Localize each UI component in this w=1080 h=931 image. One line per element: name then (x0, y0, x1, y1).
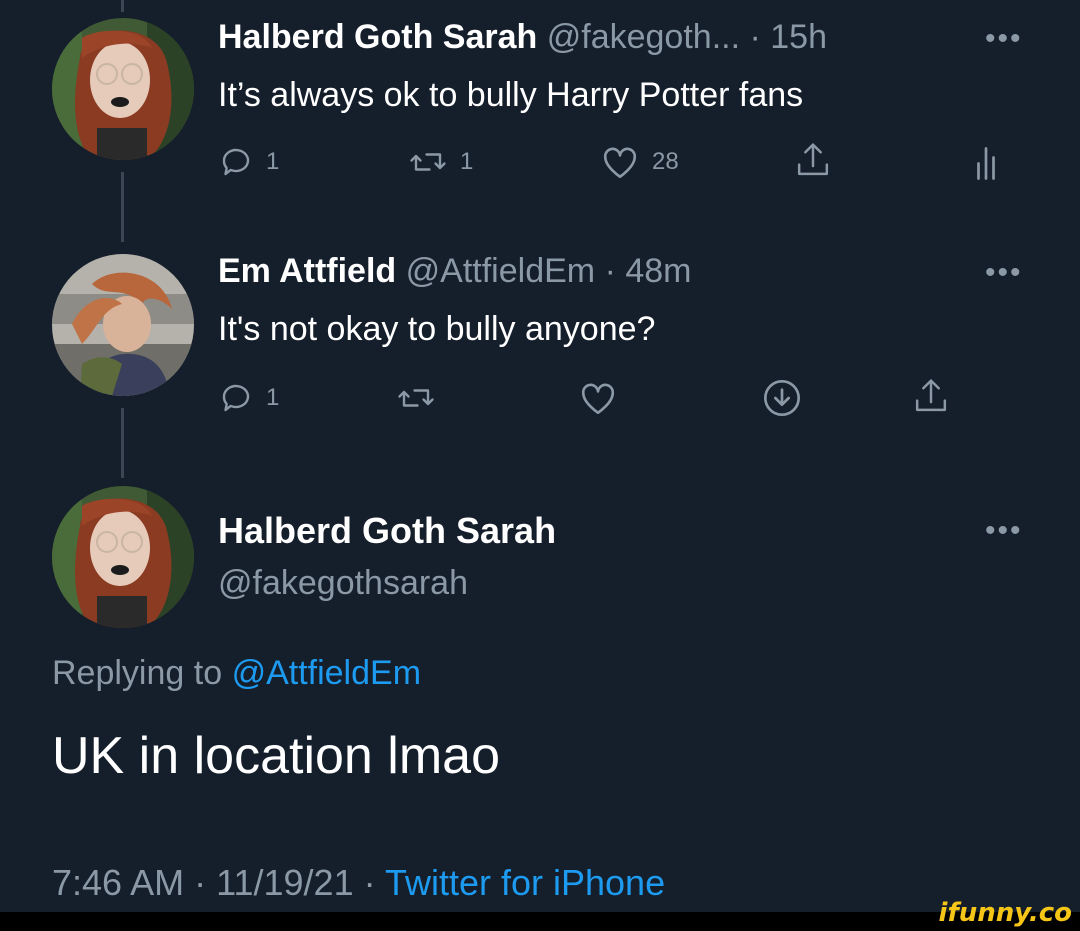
tweet-timestamp[interactable]: 7:46 AM (52, 862, 184, 903)
retweet-button[interactable]: 1 (408, 144, 473, 180)
more-options-icon[interactable]: ••• (985, 22, 1023, 56)
tweet-date[interactable]: 11/19/21 (216, 862, 353, 903)
author-handle[interactable]: @fakegoth... (547, 18, 740, 56)
tweet-text: It’s always ok to bully Harry Potter fan… (218, 76, 804, 114)
author-handle[interactable]: @AttfieldEm (406, 252, 595, 290)
reply-icon (222, 384, 250, 412)
avatar-em[interactable] (52, 254, 194, 396)
like-button[interactable]: 28 (600, 144, 679, 180)
thread-line-top (121, 0, 124, 12)
download-button[interactable] (762, 378, 802, 418)
tweet-meta: 7:46 AM · 11/19/21 · Twitter for iPhone (52, 862, 665, 904)
author-name[interactable]: Halberd Goth Sarah (218, 18, 537, 56)
share-icon (915, 379, 947, 412)
analytics-button[interactable] (974, 142, 998, 182)
retweet-button[interactable] (396, 380, 436, 416)
more-options-icon[interactable]: ••• (985, 256, 1023, 290)
tweet-source[interactable]: Twitter for iPhone (385, 862, 665, 903)
author-name[interactable]: Em Attfield (218, 252, 396, 290)
retweet-count: 1 (460, 148, 474, 175)
meta-separator: · (363, 862, 376, 903)
replying-to-link[interactable]: @AttfieldEm (232, 654, 421, 692)
share-button[interactable] (794, 140, 832, 180)
reply-icon (222, 148, 250, 176)
thread-line-1 (121, 172, 124, 242)
reply-button[interactable]: 1 (218, 380, 279, 416)
thread-line-2 (121, 408, 124, 478)
reply-button[interactable]: 1 (218, 144, 279, 180)
footer-bar (0, 912, 1080, 931)
retweet-icon (398, 389, 434, 407)
like-button[interactable] (578, 380, 618, 416)
meta-separator: · (194, 862, 207, 903)
reply-count: 1 (266, 384, 280, 411)
avatar-sarah[interactable] (52, 18, 194, 160)
analytics-icon (977, 147, 995, 180)
tweet-time[interactable]: · 48m (605, 252, 692, 290)
tweet-time[interactable]: · 15h (749, 18, 827, 56)
heart-icon (581, 383, 615, 415)
main-author-handle[interactable]: @fakegothsarah (218, 564, 468, 603)
like-count: 28 (652, 148, 679, 175)
replying-to: Replying to @AttfieldEm (52, 654, 421, 693)
heart-icon (603, 147, 637, 179)
avatar-sarah-main[interactable] (52, 486, 194, 628)
tweet-text: It's not okay to bully anyone? (218, 310, 656, 348)
share-icon (797, 143, 829, 176)
tweet-header: Em Attfield @AttfieldEm · 48m (218, 252, 691, 291)
main-author-name[interactable]: Halberd Goth Sarah (218, 510, 556, 552)
download-icon (764, 380, 800, 416)
replying-prefix: Replying to (52, 654, 223, 692)
share-button[interactable] (912, 376, 950, 416)
ifunny-watermark: ifunny.co (938, 898, 1072, 928)
main-tweet-text: UK in location lmao (52, 727, 500, 785)
retweet-icon (410, 153, 446, 171)
more-options-icon[interactable]: ••• (985, 514, 1023, 548)
reply-count: 1 (266, 148, 280, 175)
tweet-header: Halberd Goth Sarah @fakegoth... · 15h (218, 18, 827, 57)
